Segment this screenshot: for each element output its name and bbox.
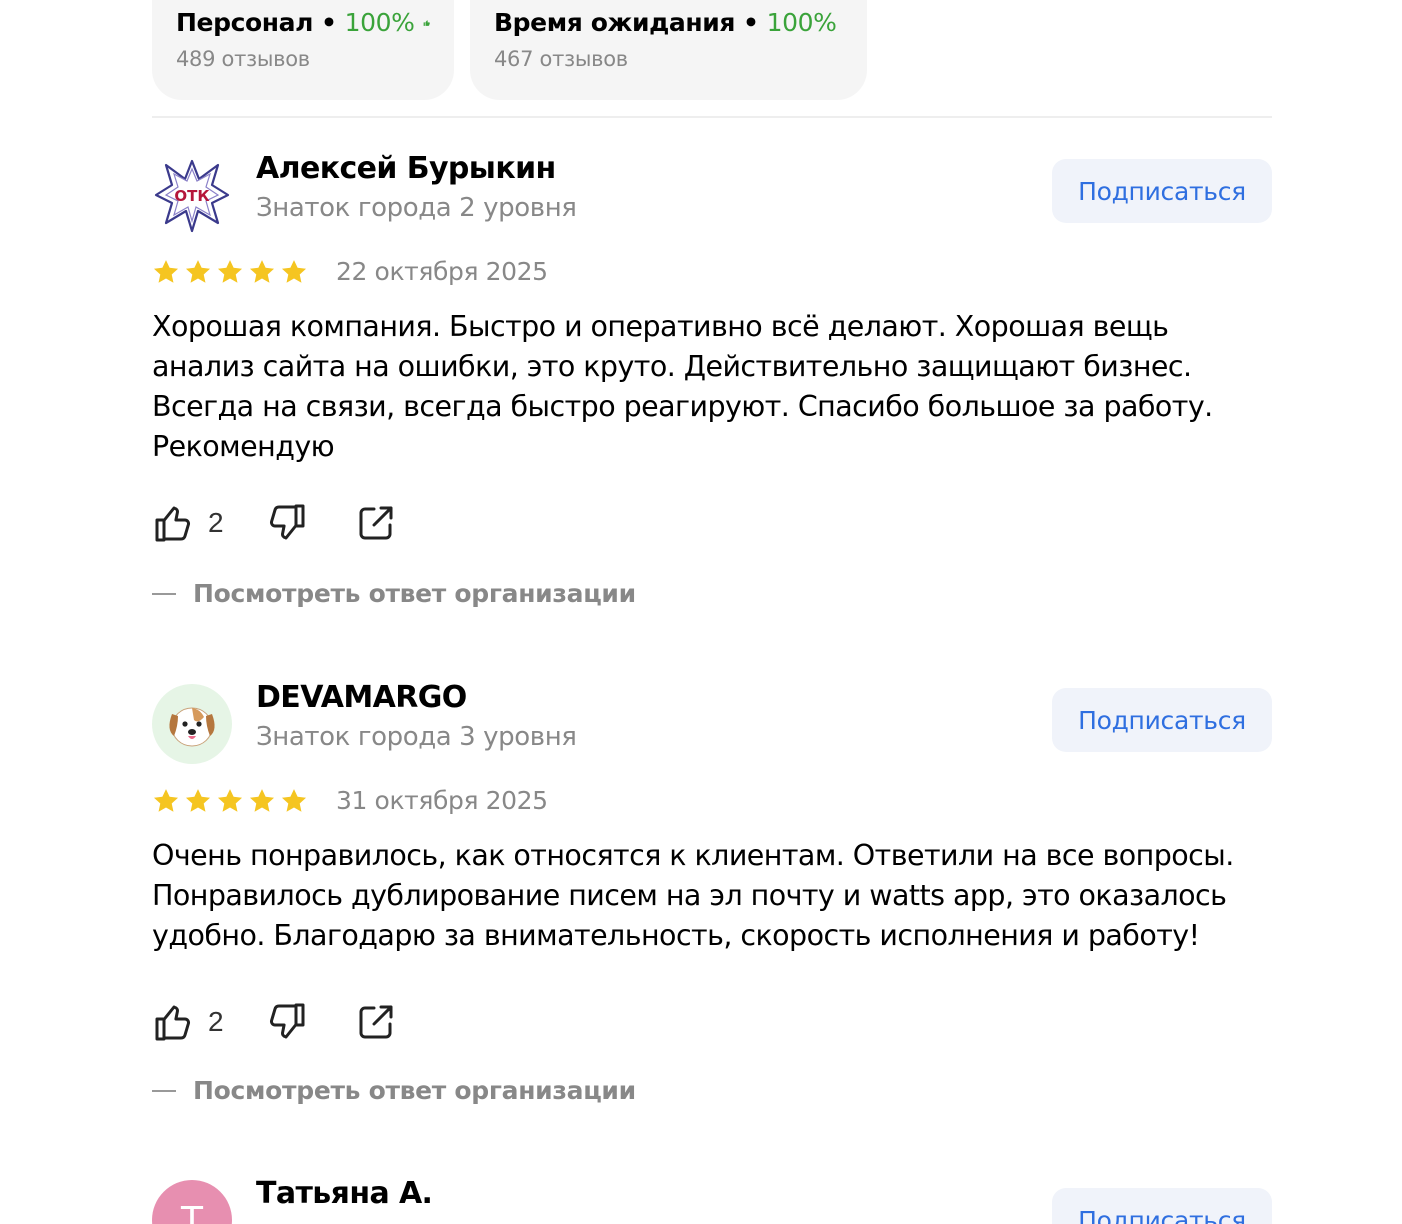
star-icon xyxy=(249,788,275,812)
review-actions: 2 xyxy=(152,1000,398,1044)
star-icon xyxy=(153,788,179,812)
like-button[interactable]: 2 xyxy=(152,501,224,545)
aspect-review-count: 467 отзывов xyxy=(494,47,628,71)
like-count: 2 xyxy=(208,507,224,538)
divider xyxy=(152,116,1272,118)
svg-text:ОТК: ОТК xyxy=(174,187,210,205)
star-icon xyxy=(281,788,307,812)
star-icon xyxy=(185,788,211,812)
separator-dot: • xyxy=(742,8,759,37)
share-button[interactable] xyxy=(354,501,398,545)
dash-icon xyxy=(152,592,176,595)
star-icon xyxy=(249,259,275,283)
avatar[interactable]: 🐶 xyxy=(152,684,232,764)
share-icon xyxy=(359,506,393,540)
subscribe-button[interactable]: Подписаться xyxy=(1052,1188,1272,1224)
like-count: 2 xyxy=(208,1006,224,1037)
aspect-percent: 100% xyxy=(344,8,415,37)
dog-face-icon: 🐶 xyxy=(152,684,215,747)
aspect-cards: Персонал • 100% 489 отзывов Время ожидан… xyxy=(152,0,867,100)
thumbs-down-outline-icon xyxy=(269,1003,305,1039)
dislike-button[interactable] xyxy=(264,1000,308,1044)
review-date: 31 октября 2025 xyxy=(336,786,548,815)
review-text: Хорошая компания. Быстро и оперативно вс… xyxy=(152,310,1213,463)
org-answer-label: Посмотреть ответ организации xyxy=(193,579,636,608)
star-icon xyxy=(281,259,307,283)
thumbs-up-icon xyxy=(423,19,430,26)
like-button[interactable]: 2 xyxy=(152,1000,224,1044)
svg-text:🐶: 🐶 xyxy=(152,684,154,685)
rating-row: 31 октября 2025 xyxy=(152,786,548,815)
aspect-card-staff[interactable]: Персонал • 100% 489 отзывов xyxy=(152,0,454,100)
star-rating xyxy=(152,258,308,286)
aspect-review-count: 489 отзывов xyxy=(176,47,310,71)
thumbs-up-outline-icon xyxy=(155,1005,191,1041)
aspect-percent: 100% xyxy=(766,8,837,37)
dislike-button[interactable] xyxy=(264,501,308,545)
review-actions: 2 xyxy=(152,501,398,545)
star-rating xyxy=(152,787,308,815)
star-icon xyxy=(217,259,243,283)
author-name[interactable]: Татьяна А. xyxy=(256,1176,433,1211)
author-level: Знаток города 2 уровня xyxy=(256,193,577,223)
thumbs-up-outline-icon xyxy=(155,506,191,542)
star-icon xyxy=(217,788,243,812)
separator-dot: • xyxy=(321,8,337,37)
share-button[interactable] xyxy=(354,1000,398,1044)
aspect-title: Время ожидания • 100% xyxy=(494,8,843,37)
review-text: Очень понравилось, как относятся к клиен… xyxy=(152,839,1234,952)
author-name[interactable]: DEVAMARGO xyxy=(256,680,467,715)
review-date: 22 октября 2025 xyxy=(336,257,548,286)
star-icon xyxy=(185,259,211,283)
view-org-answer-link[interactable]: Посмотреть ответ организации xyxy=(152,579,636,608)
dash-icon xyxy=(152,1089,176,1092)
aspect-title: Персонал • 100% xyxy=(176,8,430,37)
author-name[interactable]: Алексей Бурыкин xyxy=(256,151,556,186)
share-icon xyxy=(359,1005,393,1039)
aspect-name: Время ожидания xyxy=(494,8,735,37)
subscribe-button[interactable]: Подписаться xyxy=(1052,688,1272,752)
view-org-answer-link[interactable]: Посмотреть ответ организации xyxy=(152,1076,636,1105)
org-answer-label: Посмотреть ответ организации xyxy=(193,1076,636,1105)
reviews-page: Персонал • 100% 489 отзывов Время ожидан… xyxy=(0,0,1402,1224)
rating-row: 22 октября 2025 xyxy=(152,257,548,286)
otk-logo-icon: ОТК xyxy=(154,159,230,233)
aspect-card-waiting-time[interactable]: Время ожидания • 100% 467 отзывов xyxy=(470,0,867,100)
avatar[interactable]: Т xyxy=(152,1180,232,1224)
thumbs-down-outline-icon xyxy=(269,504,305,540)
subscribe-button[interactable]: Подписаться xyxy=(1052,159,1272,223)
avatar[interactable]: ОТК xyxy=(152,155,232,235)
aspect-name: Персонал xyxy=(176,8,314,37)
star-icon xyxy=(153,259,179,283)
author-level: Знаток города 3 уровня xyxy=(256,722,577,752)
